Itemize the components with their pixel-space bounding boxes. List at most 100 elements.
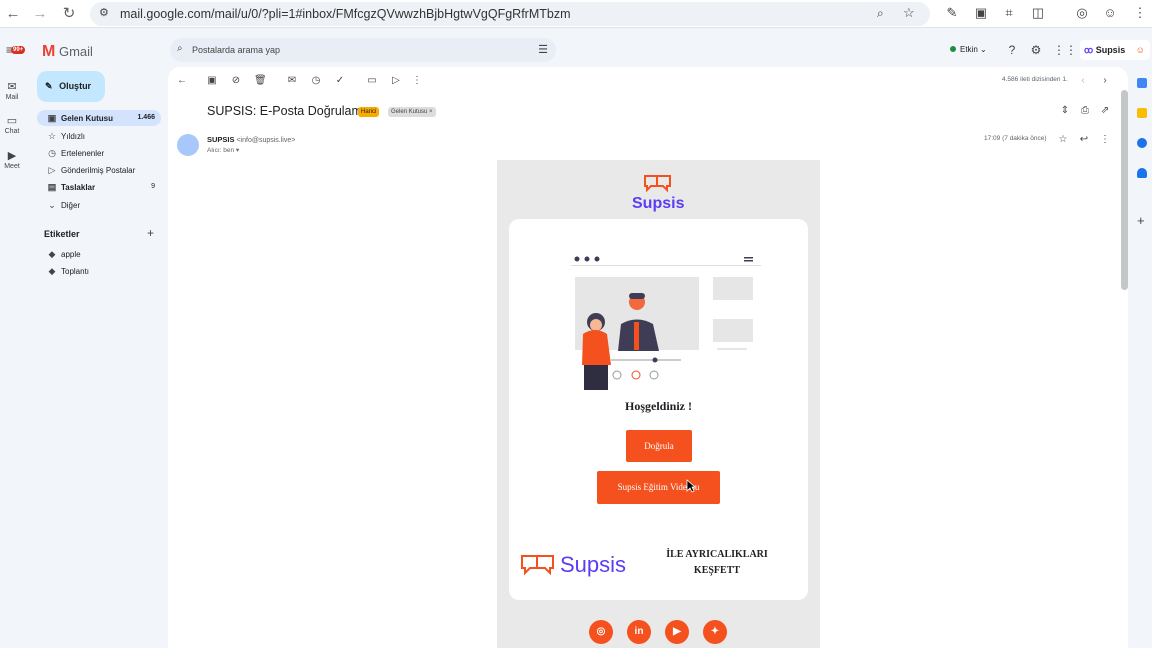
youtube-icon[interactable]: ▶ — [665, 620, 689, 644]
contacts-icon[interactable] — [1137, 168, 1147, 178]
snooze-icon[interactable]: ◷ — [310, 75, 322, 86]
apps-grid-icon[interactable]: ⋮⋮ — [1053, 43, 1077, 57]
site-settings-icon[interactable]: ⚙ — [99, 6, 109, 19]
back-to-inbox-icon[interactable]: ← — [176, 75, 188, 86]
message-more-icon[interactable]: ⋮ — [1099, 134, 1111, 145]
help-icon[interactable]: ? — [1005, 43, 1019, 57]
unread-badge: 99+ — [11, 46, 26, 54]
add-addon-icon[interactable]: + — [1137, 213, 1145, 228]
search-options-icon[interactable]: ☰ — [538, 43, 548, 56]
sidebar-item-starred[interactable]: ☆ Yıldızlı — [37, 128, 161, 144]
zoom-icon[interactable]: ⌕ — [877, 6, 884, 21]
sender-name[interactable]: SUPSIS — [207, 135, 235, 144]
sender-avatar[interactable] — [177, 134, 199, 156]
scrollbar[interactable] — [1121, 90, 1128, 290]
compose-label: Oluştur — [59, 81, 92, 91]
search-input[interactable]: ⌕ Postalarda arama yap ☰ — [170, 38, 556, 62]
compose-button[interactable]: ✎ Oluştur — [37, 71, 105, 102]
rail-meet-label: Meet — [4, 163, 20, 170]
add-label-icon[interactable]: + — [147, 226, 154, 240]
labels-icon[interactable]: ▷ — [390, 75, 402, 86]
rail-mail[interactable]: ✉ Mail — [0, 80, 24, 101]
gmail-logo[interactable]: M Gmail — [42, 43, 93, 61]
older-icon[interactable]: › — [1099, 75, 1111, 86]
email-brand-name: Supsis — [632, 195, 685, 212]
recipient-text: Alıcı: ben — [207, 147, 235, 154]
rail-chat[interactable]: ▭ Chat — [0, 114, 24, 135]
inbox-icon: ▣ — [47, 113, 57, 123]
search-icon[interactable]: ⌕ — [177, 43, 183, 54]
calendar-icon[interactable] — [1137, 78, 1147, 88]
gmail-wordmark: Gmail — [58, 44, 93, 59]
footer-logo-icon — [521, 555, 554, 576]
screenshot-icon[interactable]: ⌗ — [1002, 6, 1016, 20]
supsis-logo-icon: ꝏ — [1084, 45, 1094, 55]
sidebar-item-label: Ertelenenler — [61, 149, 105, 158]
add-task-icon[interactable]: ✓ — [334, 75, 346, 86]
instagram-icon[interactable]: ◎ — [589, 620, 613, 644]
account-chip[interactable]: ꝏ Supsis ☺ — [1080, 40, 1150, 60]
move-to-icon[interactable]: ▭ — [366, 75, 378, 86]
report-spam-icon[interactable]: ⊘ — [230, 75, 242, 86]
mark-unread-icon[interactable]: ✉ — [286, 75, 298, 86]
send-icon: ▷ — [48, 165, 56, 175]
back-icon[interactable]: ← — [4, 5, 22, 23]
footer-brand-name: Supsis — [560, 552, 627, 577]
sidebar-item-label: Taslaklar — [61, 183, 96, 192]
message-subject: SUPSIS: E-Posta Doğrulama — [207, 104, 369, 118]
recipient-line[interactable]: Alıcı: ben ▾ — [207, 146, 239, 154]
bookmark-star-icon[interactable]: ☆ — [903, 5, 915, 21]
label-item-meeting[interactable]: ◆ Toplantı — [37, 263, 161, 279]
chevron-down-icon: ⌄ — [48, 200, 56, 210]
reload-icon[interactable]: ↻ — [60, 5, 78, 23]
linkedin-icon[interactable]: in — [627, 620, 651, 644]
sidebar-item-inbox[interactable]: ▣ Gelen Kutusu 1.466 — [37, 110, 161, 126]
verify-button[interactable]: Doğrula — [626, 430, 692, 462]
open-new-window-icon[interactable]: ⇗ — [1099, 105, 1111, 116]
address-bar[interactable]: ⚙ mail.google.com/mail/u/0/?pli=1#inbox/… — [90, 2, 930, 26]
message-time: 17:09 (7 dakika önce) — [984, 135, 1047, 142]
rail-meet[interactable]: ▶ Meet — [0, 149, 24, 170]
account-brand: Supsis — [1095, 45, 1126, 55]
extension-icon[interactable]: ▣ — [974, 6, 988, 20]
label-item-apple[interactable]: ◆ apple — [37, 246, 161, 262]
browser-toolbar: ← → ↻ ⚙ mail.google.com/mail/u/0/?pli=1#… — [0, 0, 1152, 28]
archive-icon[interactable]: ▣ — [206, 75, 218, 86]
clock-icon: ◷ — [48, 148, 56, 158]
print-icon[interactable]: ⎙ — [1079, 105, 1091, 116]
footer-tagline-line2: KEŞFETT — [693, 565, 741, 576]
footer-tagline-line1: İLE AYRICALIKLARI — [666, 549, 768, 560]
pager-text: 4.586 ileti dizisinden 1. — [1002, 76, 1068, 83]
sync-icon[interactable]: ◎ — [1075, 6, 1089, 20]
label-icon: ◆ — [48, 266, 56, 276]
newer-icon[interactable]: ‹ — [1077, 75, 1089, 86]
delete-icon[interactable]: 🗑 — [254, 75, 267, 86]
star-message-icon[interactable]: ☆ — [1057, 134, 1069, 145]
chat-icon: ▭ — [6, 115, 18, 127]
extensions-puzzle-icon[interactable]: ◫ — [1031, 6, 1045, 20]
forward-icon[interactable]: → — [31, 5, 49, 23]
sidebar-item-drafts[interactable]: ▤ Taslaklar 9 — [37, 179, 161, 195]
status-dot — [950, 46, 956, 52]
more-actions-icon[interactable]: ⋮ — [411, 75, 423, 86]
sidebar-item-snoozed[interactable]: ◷ Ertelenenler — [37, 145, 161, 161]
browser-menu-icon[interactable]: ⋮ — [1133, 6, 1147, 20]
side-panel: + — [1132, 67, 1152, 648]
twitter-icon[interactable]: ✦ — [703, 620, 727, 644]
reply-icon[interactable]: ↩ — [1078, 134, 1090, 145]
collapse-all-icon[interactable]: ⇕ — [1059, 105, 1071, 116]
draft-icon: ▤ — [47, 182, 57, 192]
status-chip[interactable]: Etkin ⌄ — [944, 42, 993, 58]
tasks-icon[interactable] — [1137, 138, 1147, 148]
profile-icon[interactable]: ☺ — [1103, 6, 1117, 20]
url-text: mail.google.com/mail/u/0/?pli=1#inbox/FM… — [120, 7, 571, 21]
sidebar-item-sent[interactable]: ▷ Gönderilmiş Postalar — [37, 162, 161, 178]
training-video-button[interactable]: Supsis Eğitim Videosu — [597, 471, 720, 504]
mouse-cursor-icon — [686, 479, 696, 493]
settings-gear-icon[interactable]: ⚙ — [1029, 43, 1043, 57]
eyedropper-icon[interactable]: ✎ — [945, 6, 959, 20]
keep-icon[interactable] — [1137, 108, 1147, 118]
inbox-tag[interactable]: Gelen Kutusu × — [388, 107, 436, 117]
search-placeholder: Postalarda arama yap — [192, 45, 281, 55]
sidebar-item-more[interactable]: ⌄ Diğer — [37, 197, 161, 213]
